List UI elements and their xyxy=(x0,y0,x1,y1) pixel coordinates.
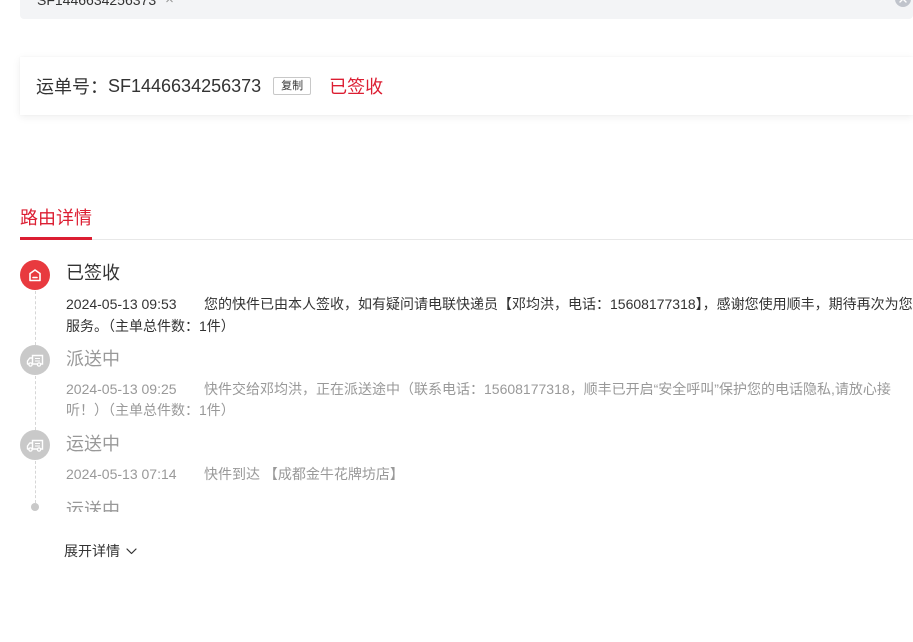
search-tag-text: SF1446634256373 xyxy=(37,0,157,8)
route-timeline: 已签收 2024-05-13 09:53 您的快件已由本人签收，如有疑问请电联快… xyxy=(0,255,913,512)
expand-details-label: 展开详情 xyxy=(64,543,120,559)
dot-icon xyxy=(31,503,39,511)
signed-icon xyxy=(20,260,50,290)
timeline-item-title: 已签收 xyxy=(66,263,120,283)
timeline-item-text: 快件交给邓均洪，正在派送途中（联系电话：15608177318，顺丰已开启“安全… xyxy=(204,381,891,397)
timeline-item-time: 2024-05-13 09:53 xyxy=(66,296,177,312)
tab-divider xyxy=(20,239,913,240)
truck-icon xyxy=(20,430,50,460)
timeline-connector xyxy=(35,291,36,345)
tab-active-underline xyxy=(20,237,92,240)
timeline-item-text: 听！）（主单总件数：1件） xyxy=(66,402,235,418)
timeline-connector xyxy=(35,461,36,503)
timeline-item-detail-cont: 服务。（主单总件数：1件） xyxy=(66,316,913,336)
waybill-label: 运单号： xyxy=(36,77,108,97)
clear-x-glyph xyxy=(899,0,907,3)
tab-route-detail[interactable]: 路由详情 xyxy=(20,205,92,231)
timeline-item-text: 快件到达 【成都金牛花牌坊店】 xyxy=(204,466,404,482)
timeline-item-detail: 2024-05-13 07:14 快件到达 【成都金牛花牌坊店】 xyxy=(66,464,913,484)
timeline-item-text: 服务。（主单总件数：1件） xyxy=(66,318,235,334)
timeline-item-detail: 2024-05-13 09:25 快件交给邓均洪，正在派送途中（联系电话：156… xyxy=(66,379,913,399)
chevron-down-icon xyxy=(126,547,137,555)
clear-icon[interactable] xyxy=(895,0,911,7)
truck-icon xyxy=(20,345,50,375)
timeline-connector xyxy=(35,376,36,430)
timeline-item-title: 运送中 xyxy=(66,434,120,454)
timeline-item-detail-cont: 听！）（主单总件数：1件） xyxy=(66,400,913,420)
waybill-card: 运单号： SF1446634256373 复制 已签收 xyxy=(20,57,913,115)
copy-button[interactable]: 复制 xyxy=(273,77,312,95)
tag-close-icon[interactable]: × xyxy=(165,0,174,9)
search-tag: SF1446634256373 × xyxy=(37,0,174,9)
timeline-item-time: 2024-05-13 07:14 xyxy=(66,466,177,482)
timeline-item-detail: 2024-05-13 09:53 您的快件已由本人签收，如有疑问请电联快递员【邓… xyxy=(66,294,913,314)
timeline-item-title: 运送中 xyxy=(66,500,120,512)
search-box[interactable]: SF1446634256373 × xyxy=(20,0,913,19)
timeline-item-text: 您的快件已由本人签收，如有疑问请电联快递员【邓均洪，电话：15608177318… xyxy=(204,296,913,312)
status-badge: 已签收 xyxy=(329,77,384,97)
timeline-item-time: 2024-05-13 09:25 xyxy=(66,381,177,397)
expand-details-button[interactable]: 展开详情 xyxy=(64,541,137,561)
waybill-number: SF1446634256373 xyxy=(108,75,262,96)
timeline-item-title: 派送中 xyxy=(66,349,120,369)
